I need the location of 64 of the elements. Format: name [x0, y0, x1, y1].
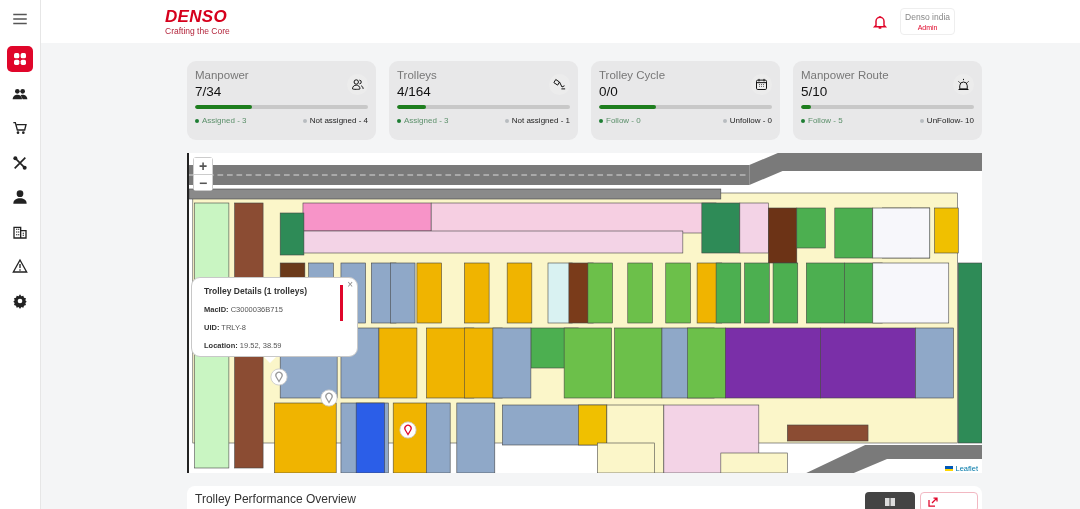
floor-plan-room: [392, 402, 427, 473]
floor-plan-room: [768, 207, 798, 264]
legend-label: UnFollow- 10: [926, 116, 974, 125]
export-icon: [927, 496, 939, 508]
floor-plan-room: [934, 207, 959, 254]
settings-icon: [12, 292, 28, 309]
people-icon: [350, 77, 365, 92]
calendar-icon: [754, 77, 769, 92]
floor-plan-room: [416, 262, 442, 324]
floor-plan-room: [390, 262, 416, 324]
card-title: Trolleys: [397, 69, 437, 81]
floor-plan-room: [739, 202, 769, 254]
card-value: 4/164: [397, 84, 432, 99]
card-value: 7/34: [195, 84, 223, 99]
notification-bell-icon[interactable]: [872, 13, 889, 30]
floor-plan-room: [506, 262, 533, 324]
legend-label: Unfollow - 0: [729, 116, 772, 125]
floor-plan-room: [464, 262, 490, 324]
legend-label: Follow - 0: [606, 116, 641, 125]
panel-title: Trolley Performance Overview: [195, 492, 356, 506]
floor-plan-room: [627, 262, 653, 324]
grid-icon: [884, 496, 896, 508]
floor-plan-room: [772, 262, 799, 324]
warning-icon: [12, 258, 28, 274]
floor-plan-room: [456, 402, 496, 473]
floor-plan-room: [378, 327, 418, 399]
card-value: 0/0: [599, 84, 619, 99]
map-marker-icon[interactable]: [399, 421, 417, 439]
floor-plan-room: [665, 262, 691, 324]
status-bar-indicator: [340, 285, 343, 321]
alarm-light-icon: [956, 77, 971, 92]
card-value: 5/10: [801, 84, 829, 99]
floor-plan-room: [796, 207, 826, 249]
dashboard-icon: [12, 51, 28, 67]
legend-label: Follow - 5: [808, 116, 843, 125]
card-title: Manpower: [195, 69, 249, 81]
floor-plan-room: [614, 327, 663, 399]
trolley-icon: [552, 77, 567, 92]
zoom-out-button[interactable]: −: [194, 174, 212, 190]
map-marker-icon[interactable]: [270, 368, 288, 386]
legend-label: Assigned - 3: [404, 116, 449, 125]
floor-plan-room: [426, 402, 451, 473]
cart-icon: [12, 120, 28, 136]
floor-plan-room: [587, 262, 613, 324]
tools-icon: [12, 154, 28, 171]
floor-plan-room: [715, 262, 742, 324]
floor-plan-room: [274, 402, 337, 473]
legend-label: Assigned - 3: [202, 116, 247, 125]
floor-plan-room: [744, 262, 770, 324]
card-title: Trolley Cycle: [599, 69, 666, 81]
logo-tagline: Crafting the Core: [165, 25, 230, 36]
floor-plan-room: [806, 262, 845, 324]
popup-title: Trolley Details (1 trolleys): [204, 286, 308, 296]
flag-icon: [945, 466, 954, 471]
user-name: Denso india: [905, 12, 950, 22]
brand-logo: DENSO: [165, 7, 227, 26]
export-button[interactable]: [920, 492, 978, 509]
person-icon: [12, 189, 28, 205]
map-marker-icon[interactable]: [320, 389, 338, 407]
close-button[interactable]: ×: [347, 279, 353, 290]
card-title: Manpower Route: [801, 69, 889, 81]
legend-label: Not assigned - 1: [511, 116, 570, 125]
view-toggle-button[interactable]: [865, 492, 915, 509]
legend-label: Not assigned - 4: [309, 116, 368, 125]
